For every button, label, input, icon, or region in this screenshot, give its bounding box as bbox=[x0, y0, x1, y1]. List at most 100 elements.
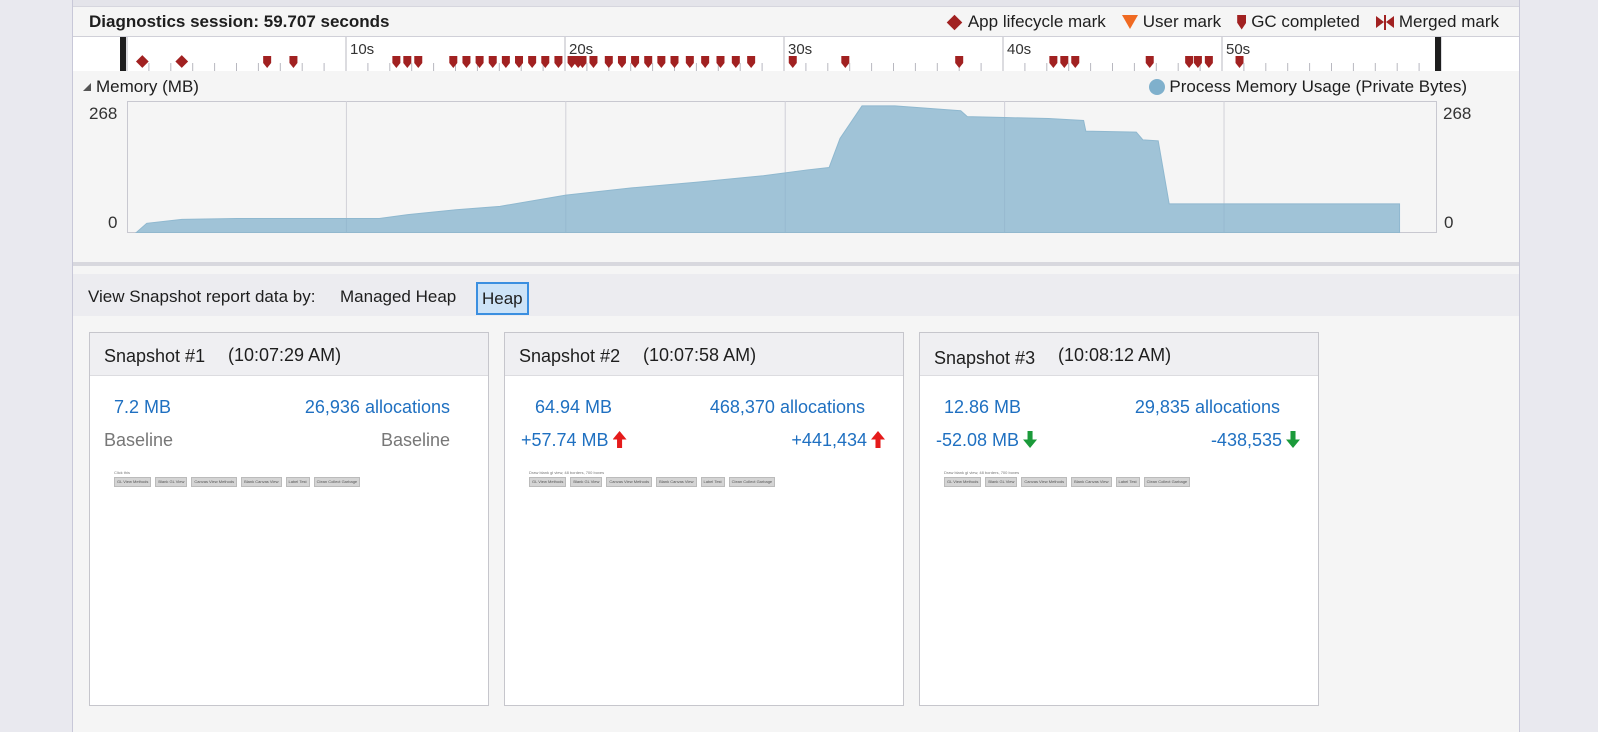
thumb-button: Blank GL View bbox=[155, 477, 188, 487]
alloc-diff: Baseline bbox=[380, 430, 450, 450]
app-lifecycle-mark bbox=[135, 55, 149, 68]
gc-completed-mark bbox=[554, 56, 563, 68]
diagnostics-panel: Diagnostics session: 59.707 seconds App … bbox=[72, 0, 1520, 732]
arrow-up-icon bbox=[612, 431, 627, 448]
gc-completed-mark bbox=[841, 56, 850, 68]
size-diff-link[interactable]: -52.08 MB bbox=[936, 430, 1038, 451]
thumb-button: Blank Canvas View bbox=[1071, 477, 1112, 487]
option-heap[interactable]: Heap bbox=[476, 282, 529, 315]
alloc-diff: +441,434 bbox=[791, 430, 867, 450]
gc-completed-mark bbox=[670, 56, 679, 68]
snapshot-allocations-link[interactable]: 29,835 allocations bbox=[1135, 397, 1280, 418]
thumbnail-title: Draw blank gl view, 48 borders, 700 boxe… bbox=[944, 470, 1020, 475]
thumb-button: Blank Canvas View bbox=[241, 477, 282, 487]
size-diff: Baseline bbox=[104, 430, 174, 450]
snapshot-thumbnail: GL View Methods Blank GL View Canvas Vie… bbox=[944, 477, 1191, 487]
legend-merged-mark: Merged mark bbox=[1375, 12, 1499, 32]
legend-app-lifecycle: App lifecycle mark bbox=[946, 12, 1106, 32]
ruler-tick-label: 30s bbox=[788, 41, 813, 58]
gc-completed-mark bbox=[403, 56, 412, 68]
thumb-button: Clean Collect Garbage bbox=[728, 477, 776, 487]
snapshot-allocations-link[interactable]: 26,936 allocations bbox=[305, 397, 450, 418]
gc-completed-mark bbox=[1060, 56, 1069, 68]
y-min-left: 0 bbox=[108, 213, 118, 232]
gc-completed-mark bbox=[1185, 56, 1194, 68]
snapshot-card-2[interactable]: Snapshot #2 (10:07:58 AM) 64.94 MB 468,3… bbox=[504, 332, 904, 706]
y-max-right: 268 bbox=[1443, 104, 1472, 123]
gc-completed-mark bbox=[414, 56, 423, 68]
snapshot-size-link[interactable]: 64.94 MB bbox=[535, 397, 612, 418]
size-diff-link[interactable]: +57.74 MB bbox=[521, 430, 627, 451]
gc-completed-mark bbox=[488, 56, 497, 68]
memory-title[interactable]: Memory (MB) bbox=[83, 77, 199, 97]
gc-completed-mark bbox=[716, 56, 725, 68]
diamond-icon bbox=[946, 14, 963, 30]
thumb-button: Blank GL View bbox=[570, 477, 603, 487]
thumb-button: Canvas View Methods bbox=[191, 477, 238, 487]
thumb-button: Blank GL View bbox=[985, 477, 1018, 487]
thumb-button: Label Test bbox=[1115, 477, 1140, 487]
size-diff: -52.08 MB bbox=[936, 430, 1020, 450]
memory-legend: Process Memory Usage (Private Bytes) bbox=[1149, 77, 1467, 97]
ruler-tick-label: 20s bbox=[569, 41, 594, 58]
gc-completed-mark bbox=[515, 56, 524, 68]
splitter[interactable] bbox=[73, 262, 1519, 266]
size-diff: +57.74 MB bbox=[521, 430, 609, 450]
gc-completed-mark bbox=[1049, 56, 1058, 68]
snapshot-allocations-link[interactable]: 468,370 allocations bbox=[710, 397, 865, 418]
gc-completed-mark bbox=[392, 56, 401, 68]
arrow-down-icon bbox=[1023, 431, 1038, 448]
thumb-button: Canvas View Methods bbox=[1021, 477, 1068, 487]
legend-label: User mark bbox=[1142, 12, 1222, 31]
snapshot-name: Snapshot #1 bbox=[104, 346, 206, 366]
thumbnail-title: Draw blank gl view, 48 borders, 700 boxe… bbox=[529, 470, 605, 475]
legend-user-mark: User mark bbox=[1121, 12, 1222, 32]
legend-label: Merged mark bbox=[1398, 12, 1499, 31]
thumb-button: Label Test bbox=[700, 477, 725, 487]
thumb-button: Label Test bbox=[285, 477, 310, 487]
thumb-button: Clean Collect Garbage bbox=[313, 477, 361, 487]
gc-completed-mark bbox=[604, 56, 613, 68]
session-header: Diagnostics session: 59.707 seconds App … bbox=[73, 6, 1519, 36]
snapshot-thumbnail: GL View Methods Blank GL View Canvas Vie… bbox=[114, 477, 361, 487]
thumb-button: Canvas View Methods bbox=[606, 477, 653, 487]
view-by-label: View Snapshot report data by: bbox=[88, 287, 316, 306]
gc-completed-mark bbox=[731, 56, 740, 68]
alloc-diff-link[interactable]: -438,535 bbox=[1211, 430, 1300, 451]
app-lifecycle-mark bbox=[175, 55, 189, 68]
range-end-handle bbox=[1435, 37, 1441, 71]
timeline-ruler[interactable]: 10s 20s 30s 40s 50s bbox=[73, 36, 1519, 72]
snapshot-name: Snapshot #2 bbox=[519, 346, 621, 366]
gc-completed-mark bbox=[449, 56, 458, 68]
gc-completed-mark bbox=[701, 56, 710, 68]
thumbnail-title: Click this bbox=[114, 470, 131, 475]
memory-chart[interactable] bbox=[127, 101, 1437, 233]
ruler-tick-label: 40s bbox=[1007, 41, 1032, 58]
gc-completed-mark bbox=[747, 56, 756, 68]
gc-completed-mark bbox=[657, 56, 666, 68]
arrow-down-icon bbox=[1286, 431, 1300, 448]
gc-completed-mark bbox=[1193, 56, 1202, 68]
marks-legend: App lifecycle mark User mark GC complete… bbox=[946, 12, 1499, 32]
memory-title-label: Memory (MB) bbox=[96, 77, 199, 96]
snapshot-card-1[interactable]: Snapshot #1 (10:07:29 AM) 7.2 MB 26,936 … bbox=[89, 332, 489, 706]
snapshot-time: (10:08:12 AM) bbox=[1058, 345, 1172, 365]
snapshot-size-link[interactable]: 12.86 MB bbox=[944, 397, 1021, 418]
collapse-triangle-icon[interactable] bbox=[83, 83, 91, 91]
gc-completed-mark bbox=[644, 56, 653, 68]
memory-graph-section: Memory (MB) Process Memory Usage (Privat… bbox=[73, 71, 1519, 263]
ruler-tick-label: 50s bbox=[1226, 41, 1251, 58]
option-managed-heap[interactable]: Managed Heap bbox=[336, 282, 460, 311]
merged-mark-icon bbox=[1375, 14, 1394, 30]
arrow-up-icon bbox=[871, 431, 885, 448]
snapshot-name: Snapshot #3 bbox=[934, 348, 1036, 368]
y-max-left: 268 bbox=[89, 104, 118, 123]
gc-completed-mark bbox=[1204, 56, 1213, 68]
alloc-diff-link[interactable]: +441,434 bbox=[791, 430, 885, 451]
snapshot-card-3[interactable]: Snapshot #3 (10:08:12 AM) 12.86 MB 29,83… bbox=[919, 332, 1319, 706]
gc-completed-mark bbox=[685, 56, 694, 68]
ruler-tick-label: 10s bbox=[350, 41, 375, 58]
gc-completed-mark bbox=[462, 56, 471, 68]
snapshot-size-link[interactable]: 7.2 MB bbox=[114, 397, 171, 418]
gc-completed-mark bbox=[289, 56, 298, 68]
